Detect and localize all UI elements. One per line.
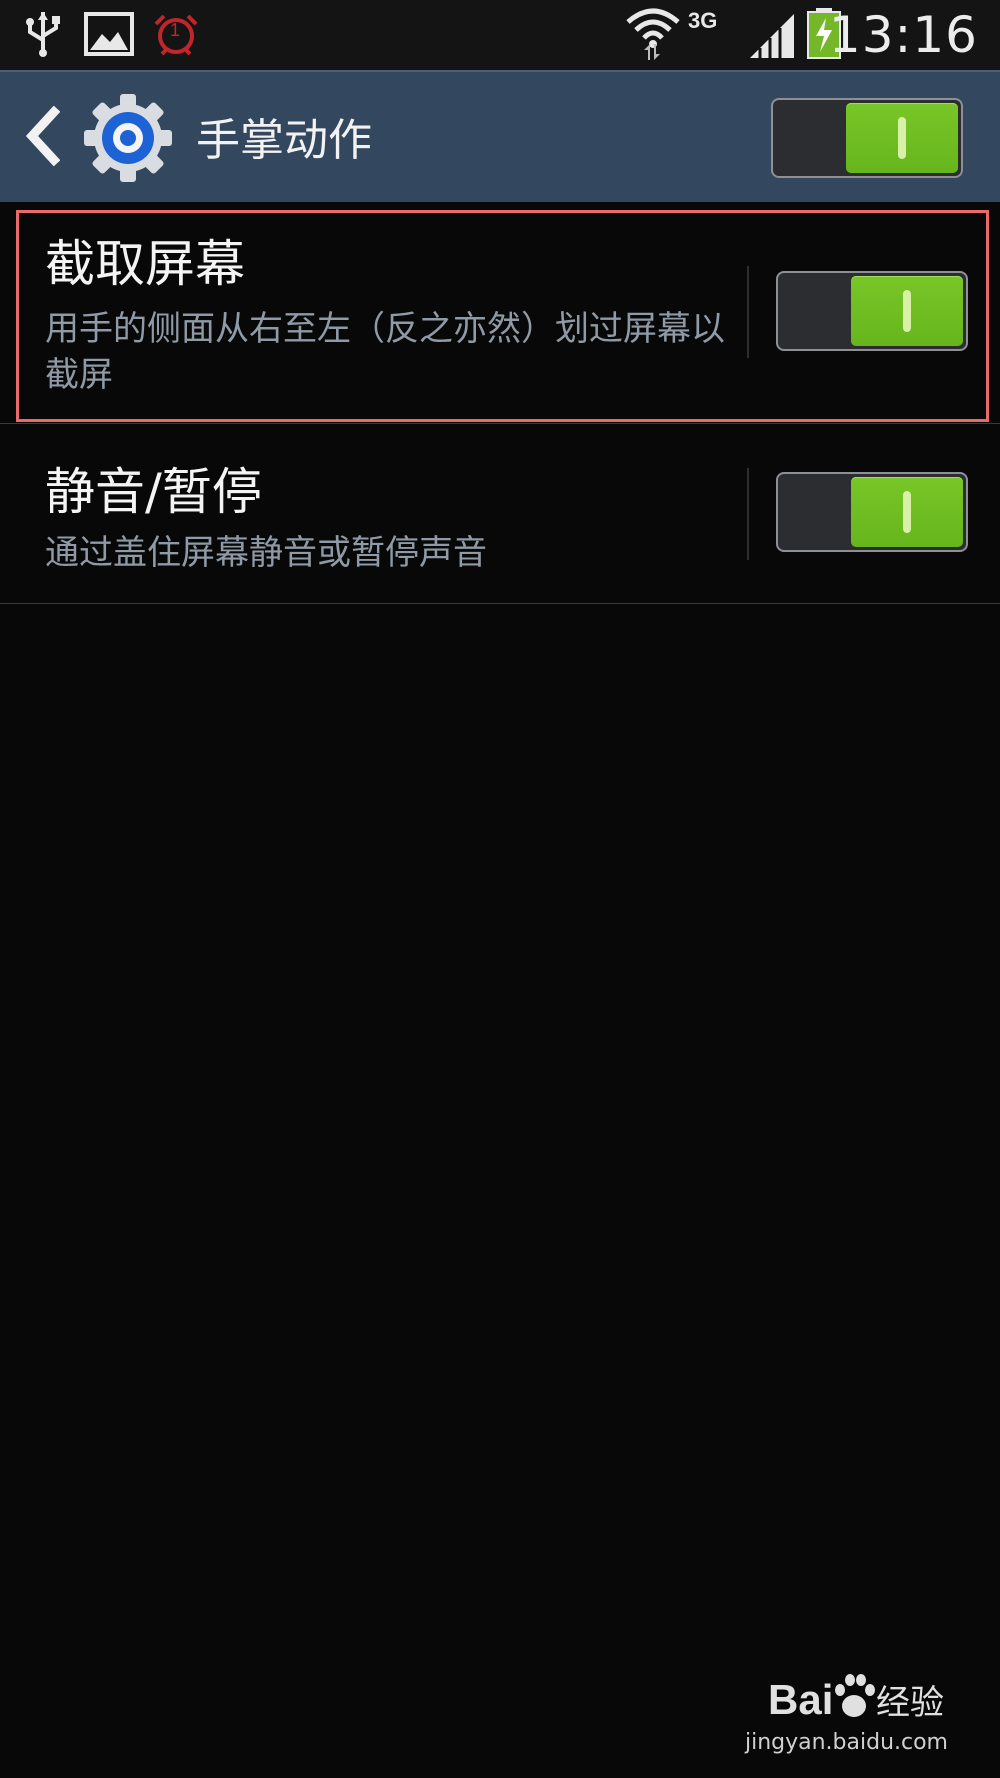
- back-arrow-icon[interactable]: [24, 106, 60, 166]
- list-item-mute-pause[interactable]: 静音/暂停 通过盖住屏幕静音或暂停声音: [0, 424, 1000, 604]
- switch-thumb: [846, 103, 958, 173]
- status-bar: 1 3G 13:16: [0, 0, 1000, 70]
- baidu-jingyan-logo: Bai 经验: [768, 1674, 944, 1723]
- network-type-label: 3G: [688, 8, 718, 33]
- signal-icon: [750, 14, 794, 58]
- switch-thumb: [851, 477, 963, 547]
- switch-grip: [903, 491, 911, 533]
- setting-summary: 通过盖住屏幕静音或暂停声音: [45, 533, 487, 573]
- clock: 13:16: [828, 6, 978, 64]
- svg-text:经验: 经验: [876, 1683, 944, 1723]
- mute-pause-toggle-switch[interactable]: [776, 472, 968, 552]
- highlight-frame: [16, 210, 989, 422]
- wifi-icon: [626, 8, 680, 60]
- gallery-icon: [84, 12, 134, 56]
- alarm-badge: 1: [170, 20, 181, 40]
- settings-gear-icon: [84, 94, 172, 182]
- watermark-url: jingyan.baidu.com: [744, 1730, 948, 1755]
- page-title: 手掌动作: [196, 115, 372, 166]
- action-bar: 手掌动作: [0, 70, 1000, 202]
- master-toggle-switch[interactable]: [771, 98, 963, 178]
- usb-icon: [26, 12, 60, 57]
- setting-title: 静音/暂停: [45, 463, 262, 521]
- switch-grip: [898, 117, 906, 159]
- row-divider: [747, 468, 749, 560]
- svg-text:Bai: Bai: [768, 1676, 833, 1723]
